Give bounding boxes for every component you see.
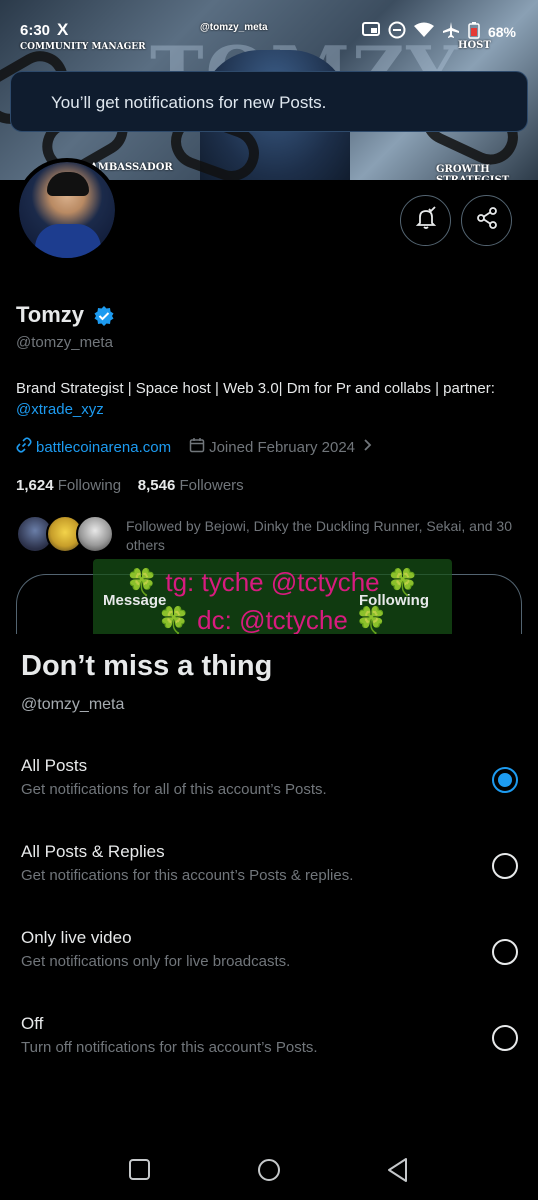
- chevron-right-icon[interactable]: [363, 438, 373, 456]
- bio-mention-link[interactable]: @xtrade_xyz: [16, 401, 104, 418]
- battery-percent: 68%: [487, 23, 516, 40]
- calendar-icon: [189, 437, 205, 457]
- option-title: Only live video: [21, 928, 132, 947]
- option-title: Off: [21, 1014, 44, 1033]
- promo-line-telegram: 🍀 tg: tyche @tctyche 🍀: [125, 567, 420, 597]
- avatar[interactable]: [15, 158, 119, 262]
- wifi-icon: [413, 22, 434, 41]
- option-title: All Posts: [21, 756, 88, 775]
- profile-handle: @tomzy_meta: [16, 334, 113, 351]
- status-bar: 6:30 X 68%: [0, 14, 538, 46]
- x-app-icon: X: [57, 20, 69, 39]
- option-off[interactable]: Off Turn off notifications for this acco…: [0, 1014, 538, 1084]
- system-nav-bar: [0, 1140, 538, 1200]
- radio-button[interactable]: [492, 853, 518, 879]
- sheet-title: Don’t miss a thing: [21, 650, 273, 682]
- banner-tag-growth: GROWTH STRATEGIST: [436, 164, 509, 180]
- followers-count: 8,546: [137, 477, 176, 494]
- bell-check-icon: [414, 206, 438, 235]
- recents-button[interactable]: [129, 1159, 150, 1180]
- share-icon: [476, 207, 498, 234]
- following-count: 1,624: [16, 477, 54, 494]
- profile-meta: battlecoinarena.com Joined February 2024: [16, 437, 373, 457]
- option-all-posts[interactable]: All Posts Get notifications for all of t…: [0, 756, 538, 826]
- notification-settings-sheet: Don’t miss a thing @tomzy_meta All Posts…: [0, 634, 538, 1200]
- follower-avatar: [76, 515, 114, 553]
- following-link[interactable]: 1,624 Following: [16, 477, 121, 494]
- option-description: Get notifications for this account’s Pos…: [21, 867, 354, 884]
- sheet-subtitle: @tomzy_meta: [21, 696, 125, 713]
- status-time: 6:30: [20, 22, 51, 39]
- verified-badge-icon[interactable]: [93, 305, 115, 332]
- radio-button-selected[interactable]: [492, 767, 518, 793]
- notification-toast[interactable]: You’ll get notifications for new Posts.: [10, 71, 528, 132]
- followed-by-text: Followed by Bejowi, Dinky the Duckling R…: [126, 518, 512, 553]
- radio-button[interactable]: [492, 939, 518, 965]
- followers-link[interactable]: 8,546 Followers: [138, 477, 244, 494]
- follow-stats: 1,624 Following 8,546 Followers: [16, 477, 244, 494]
- cast-icon: [361, 22, 380, 41]
- option-description: Get notifications only for live broadcas…: [21, 953, 291, 970]
- airplane-icon: [442, 21, 460, 42]
- promo-line-discord: 🍀 dc: @tctyche 🍀: [157, 605, 388, 635]
- website-link[interactable]: battlecoinarena.com: [36, 439, 171, 456]
- option-title: All Posts & Replies: [21, 842, 165, 861]
- home-button[interactable]: [258, 1159, 280, 1181]
- profile-bio: Brand Strategist | Space host | Web 3.0|…: [16, 378, 516, 420]
- followers-label: Followers: [179, 477, 244, 494]
- share-button[interactable]: [461, 195, 512, 246]
- option-description: Get notifications for all of this accoun…: [21, 781, 327, 798]
- dnd-icon: [388, 21, 406, 42]
- notifications-button[interactable]: [400, 195, 451, 246]
- option-description: Turn off notifications for this account’…: [21, 1039, 318, 1056]
- bio-text: Brand Strategist | Space host | Web 3.0|…: [16, 380, 495, 397]
- followed-by-row[interactable]: Followed by Bejowi, Dinky the Duckling R…: [16, 513, 526, 557]
- link-icon: [16, 437, 32, 457]
- radio-button[interactable]: [492, 1025, 518, 1051]
- joined-date: Joined February 2024: [209, 438, 356, 456]
- battery-icon: [468, 21, 480, 42]
- profile-name: Tomzy: [16, 302, 85, 327]
- following-label: Following: [57, 477, 122, 494]
- option-all-posts-replies[interactable]: All Posts & Replies Get notifications fo…: [0, 842, 538, 912]
- back-button[interactable]: [386, 1157, 410, 1188]
- toast-text: You’ll get notifications for new Posts.: [51, 93, 327, 112]
- option-only-live-video[interactable]: Only live video Get notifications only f…: [0, 928, 538, 998]
